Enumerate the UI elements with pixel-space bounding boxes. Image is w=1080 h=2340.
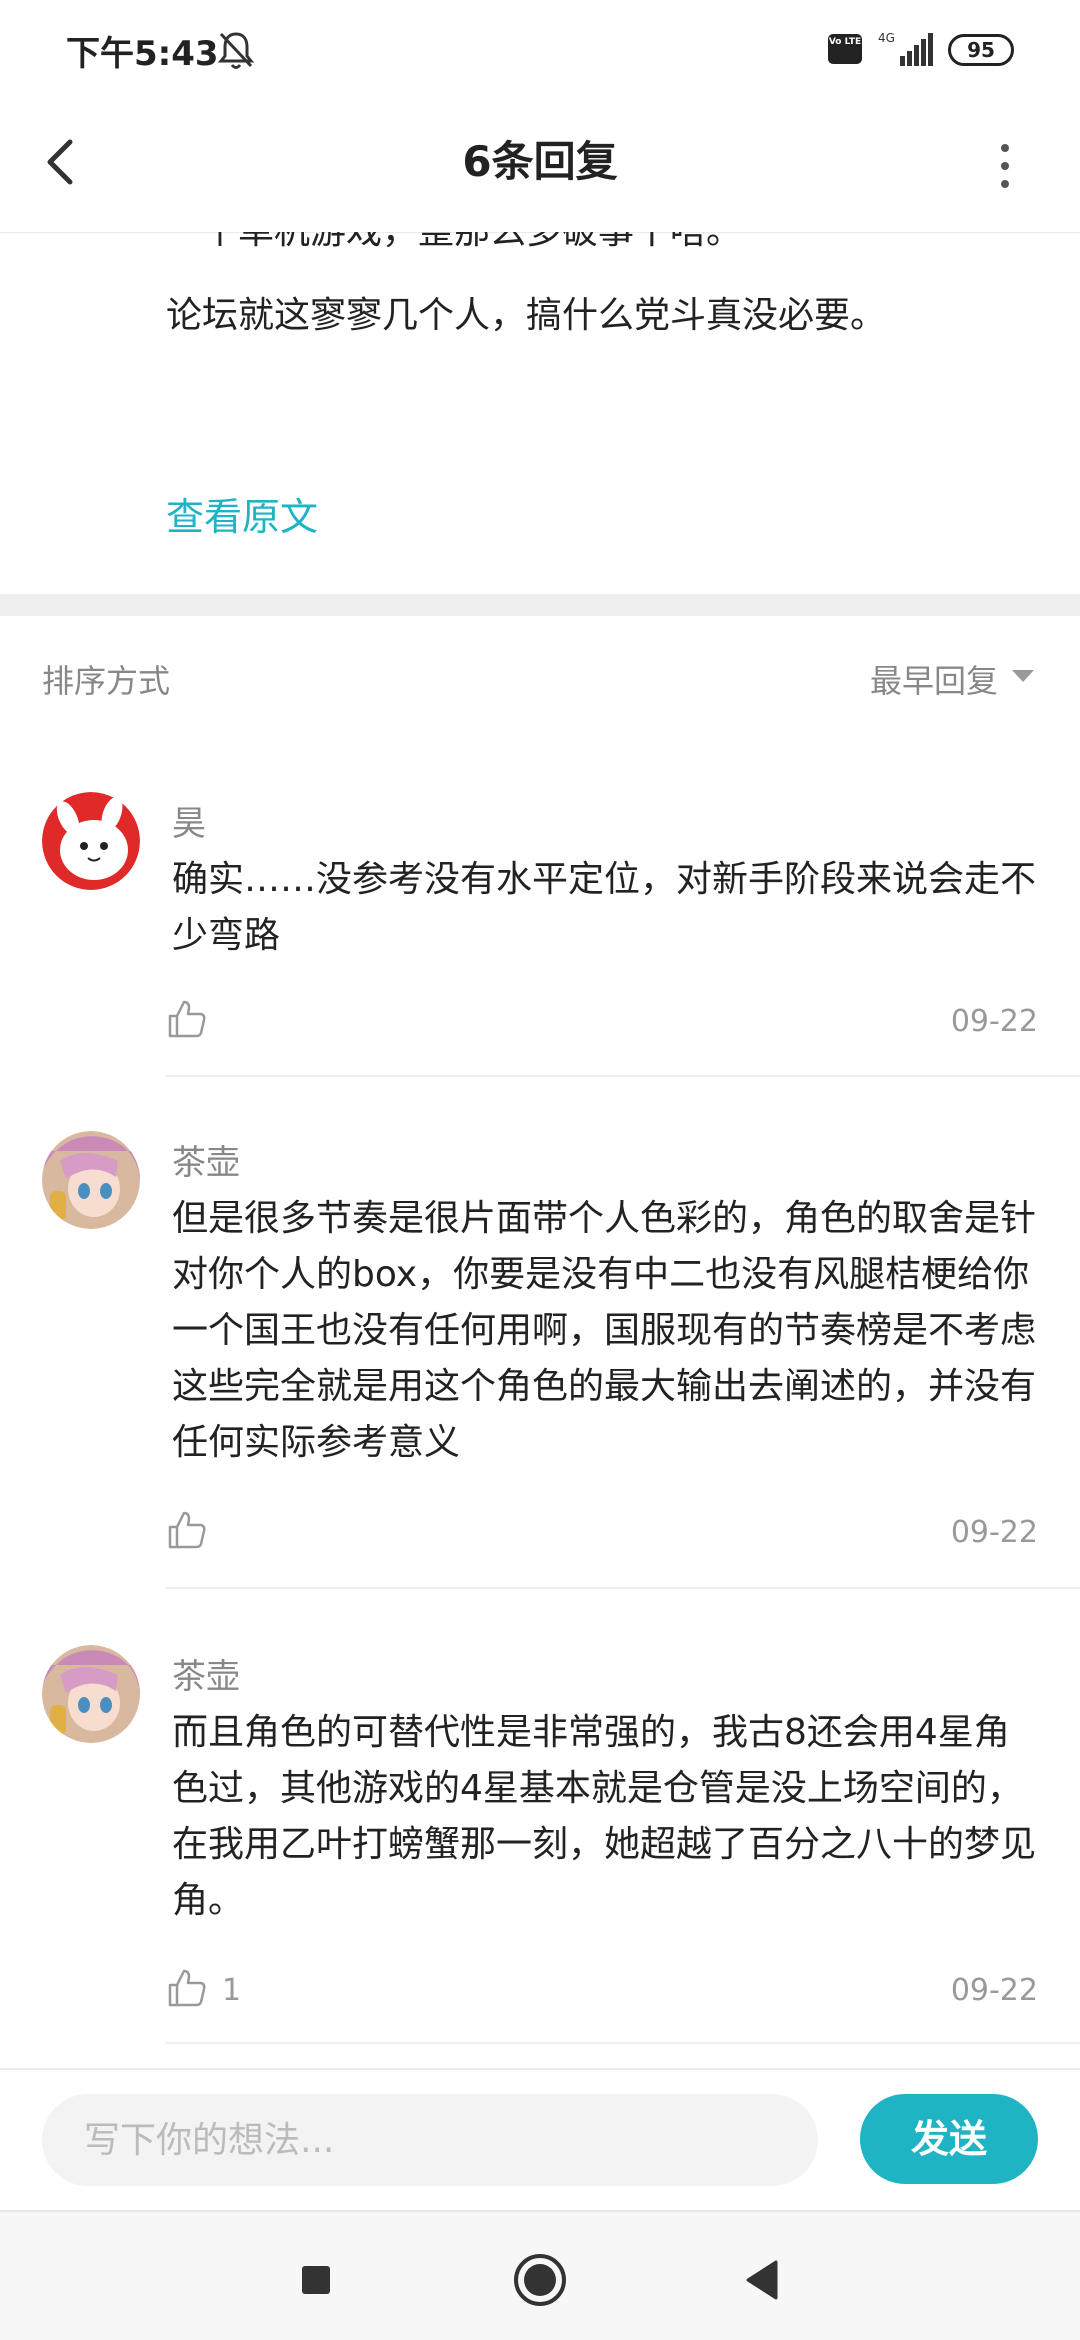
caret-down-icon[interactable] xyxy=(1012,670,1034,682)
sort-label: 排序方式 xyxy=(42,662,171,700)
original-post-partial-line-container: 一个单机游戏，整那么多破事干嗒。 xyxy=(166,232,1046,290)
thumbs-up-icon[interactable] xyxy=(166,1509,208,1551)
original-post-line: 论坛就这寥寥几个人，搞什么党斗真没必要。 xyxy=(166,295,887,336)
reply-item: 昊 确实……没参考没有水平定位，对新手阶段来说会走不少弯路 09-22 xyxy=(0,732,1080,1077)
avatar[interactable] xyxy=(42,1131,140,1229)
comment-composer: 发送 xyxy=(0,2068,1080,2210)
reply-content: 但是很多节奏是很片面带个人色彩的，角色的取舍是针对你个人的box，你要是没有中二… xyxy=(172,1198,1037,1463)
reply-divider xyxy=(166,1587,1080,1589)
reply-author[interactable]: 茶壶 xyxy=(172,1649,240,1698)
reply-date: 09-22 xyxy=(950,1973,1038,2008)
bell-off-icon xyxy=(217,32,255,69)
sort-bar: 排序方式 最早回复 xyxy=(0,616,1080,734)
reply-author[interactable]: 昊 xyxy=(172,796,206,845)
reply-item: 茶壶 而且角色的可替代性是非常强的，我古8还会用4星角色过，其他游戏的4星基本就… xyxy=(0,1591,1080,2047)
reply-date: 09-22 xyxy=(950,1004,1038,1039)
avatar[interactable] xyxy=(42,792,140,890)
reply-content: 确实……没参考没有水平定位，对新手阶段来说会走不少弯路 xyxy=(172,859,1037,956)
reply-content: 而且角色的可替代性是非常强的，我古8还会用4星角色过，其他游戏的4星基本就是仓管… xyxy=(172,1712,1037,1921)
original-post-partial-line: 一个单机游戏，整那么多破事干嗒。 xyxy=(166,232,742,254)
like-count: 1 xyxy=(222,1973,242,2008)
section-divider xyxy=(0,594,1080,616)
signal-icon: 4G xyxy=(878,31,933,66)
home-circle-icon[interactable] xyxy=(510,2250,570,2310)
avatar[interactable] xyxy=(42,1645,140,1743)
thumbs-up-icon[interactable] xyxy=(166,1967,208,2009)
thumbs-up-icon[interactable] xyxy=(166,998,208,1040)
battery-icon: 95 xyxy=(948,34,1014,66)
reply-divider xyxy=(166,2042,1080,2044)
page-title: 6条回复 xyxy=(462,137,618,186)
volte-icon: Vo LTE xyxy=(828,34,862,64)
reply-author[interactable]: 茶壶 xyxy=(172,1135,240,1184)
network-type-label: 4G xyxy=(878,31,895,45)
send-button[interactable]: 发送 xyxy=(860,2094,1038,2184)
back-triangle-icon[interactable] xyxy=(734,2250,794,2310)
reply-date: 09-22 xyxy=(950,1515,1038,1550)
status-bar: 下午5:43 Vo LTE 4G 95 xyxy=(0,0,1080,100)
recents-square-icon[interactable] xyxy=(286,2250,346,2310)
system-nav-bar xyxy=(0,2210,1080,2340)
view-original-link[interactable]: 查看原文 xyxy=(166,486,318,541)
top-app-bar: 6条回复 xyxy=(0,100,1080,233)
status-time: 下午5:43 xyxy=(66,34,219,74)
reply-item: 茶壶 但是很多节奏是很片面带个人色彩的，角色的取舍是针对你个人的box，你要是没… xyxy=(0,1077,1080,1591)
more-vertical-icon[interactable] xyxy=(990,136,1020,196)
comment-input[interactable] xyxy=(42,2094,818,2186)
sort-dropdown[interactable]: 最早回复 xyxy=(870,656,998,702)
